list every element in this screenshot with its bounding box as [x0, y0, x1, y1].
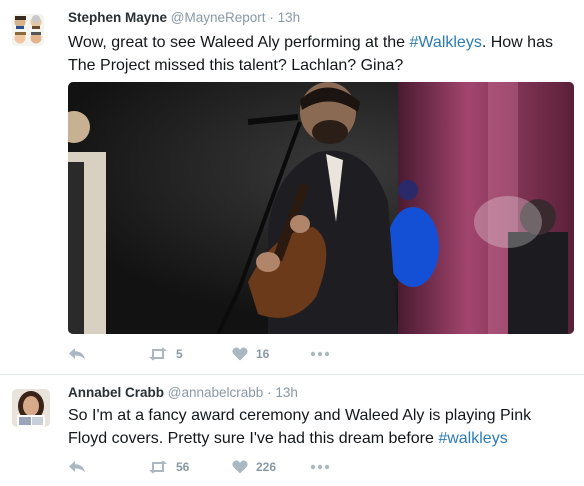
more-button[interactable] [310, 457, 330, 477]
separator-dot: · [269, 10, 274, 25]
retweet-count: 56 [176, 460, 190, 474]
like-count: 16 [256, 347, 270, 361]
hashtag-link[interactable]: #walkleys [438, 430, 507, 447]
retweet-button[interactable]: 5 [148, 344, 183, 364]
tweet-text: So I'm at a fancy award ceremony and Wal… [68, 404, 568, 450]
like-button[interactable]: 226 [232, 457, 276, 477]
tweet-header: Annabel Crabb @annabelcrabb · 13h [68, 385, 298, 400]
reply-button[interactable] [68, 344, 86, 364]
tweet-text-part: Wow, great to see Waleed Aly performing … [68, 34, 410, 51]
avatar[interactable] [12, 14, 44, 46]
retweet-icon [148, 347, 168, 361]
author-name[interactable]: Annabel Crabb [68, 385, 164, 400]
more-icon [310, 351, 330, 357]
retweet-count: 5 [176, 347, 183, 361]
retweet-icon [148, 460, 168, 474]
tweet[interactable]: Stephen Mayne @MayneReport · 13h Wow, gr… [0, 0, 584, 375]
hashtag-link[interactable]: #Walkleys [410, 34, 482, 51]
reply-icon [68, 460, 86, 474]
author-name[interactable]: Stephen Mayne [68, 10, 167, 25]
heart-icon [232, 347, 248, 361]
separator-dot: · [267, 385, 272, 400]
reply-button[interactable] [68, 457, 86, 477]
like-button[interactable]: 16 [232, 344, 269, 364]
tweet-photo[interactable] [68, 82, 574, 334]
more-button[interactable] [310, 344, 330, 364]
author-handle[interactable]: @MayneReport [171, 10, 266, 25]
tweet[interactable]: Annabel Crabb @annabelcrabb · 13h So I'm… [0, 375, 584, 486]
timestamp[interactable]: 13h [275, 385, 298, 400]
author-handle[interactable]: @annabelcrabb [168, 385, 264, 400]
like-count: 226 [256, 460, 277, 474]
reply-icon [68, 347, 86, 361]
avatar[interactable] [12, 389, 50, 427]
tweet-header: Stephen Mayne @MayneReport · 13h [68, 10, 300, 25]
timestamp[interactable]: 13h [278, 10, 301, 25]
heart-icon [232, 460, 248, 474]
more-icon [310, 464, 330, 470]
retweet-button[interactable]: 56 [148, 457, 189, 477]
tweet-text: Wow, great to see Waleed Aly performing … [68, 31, 568, 77]
